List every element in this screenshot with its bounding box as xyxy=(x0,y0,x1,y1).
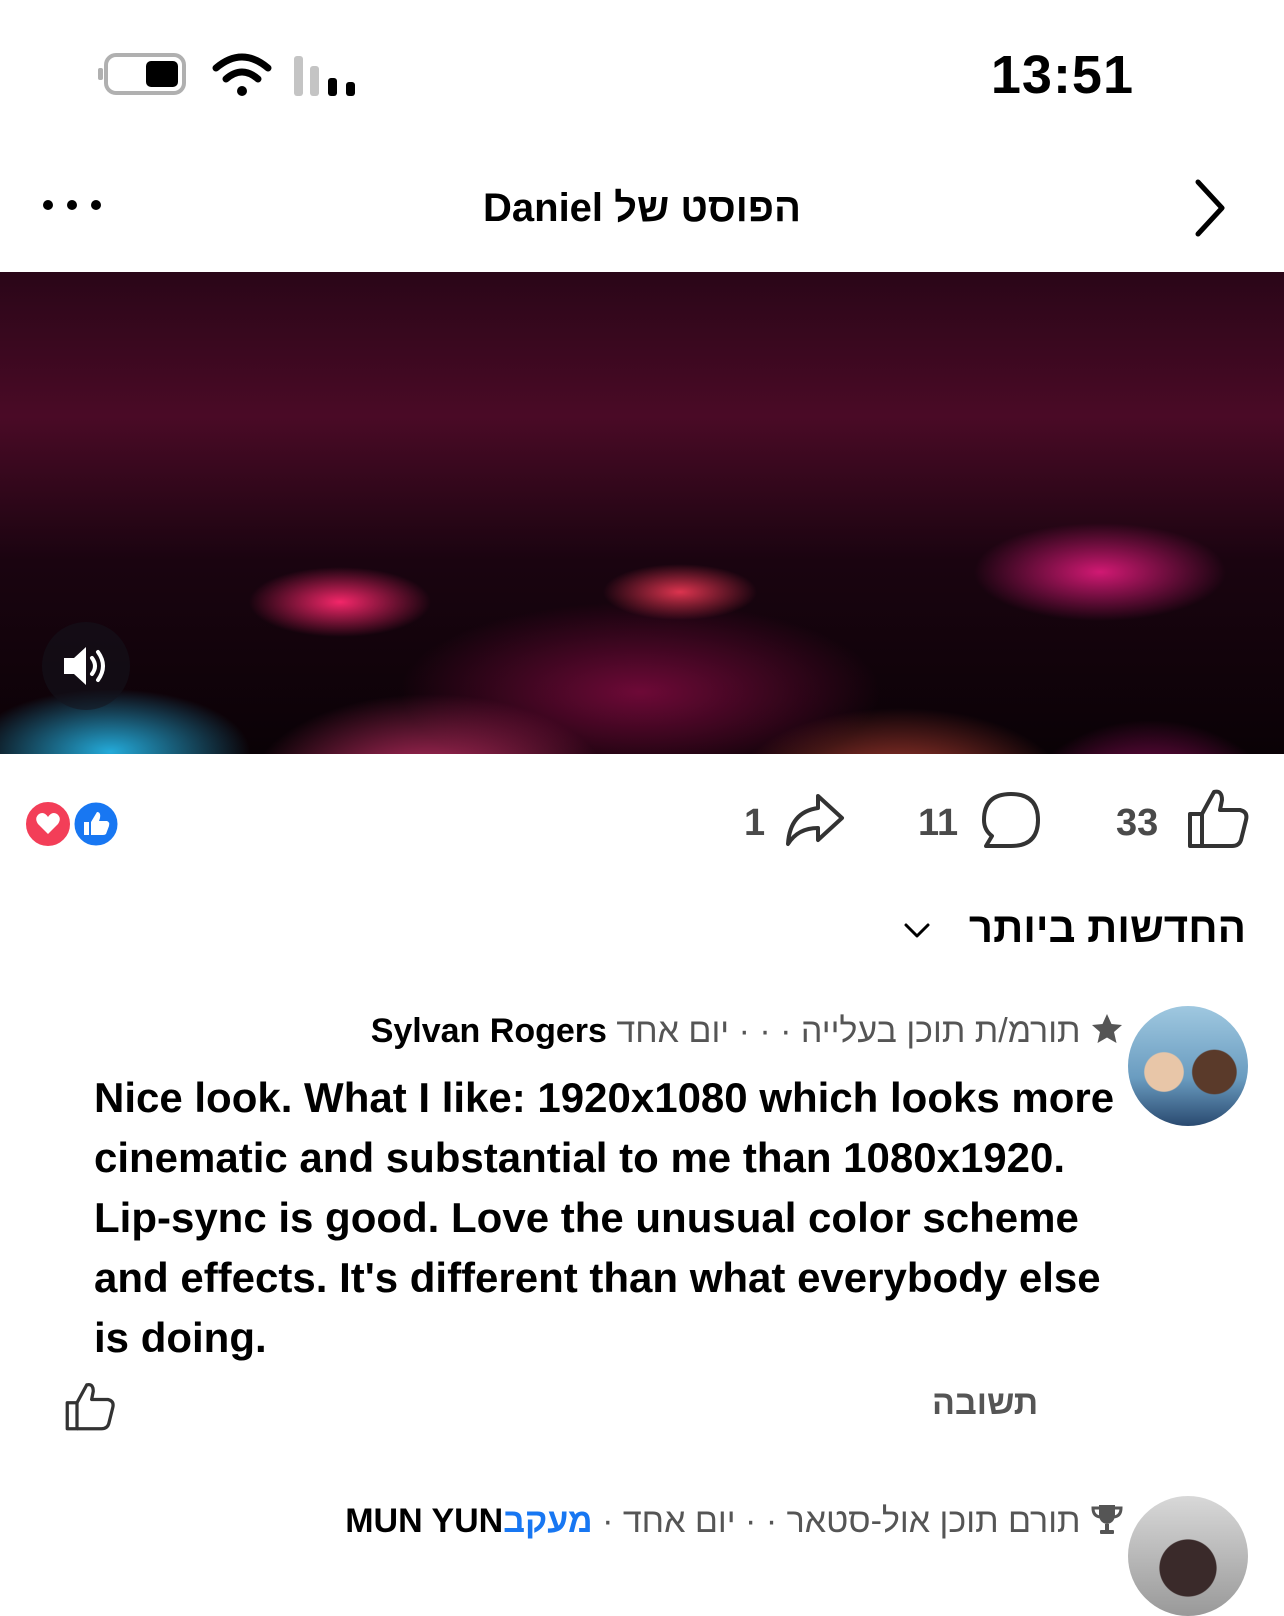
like-count: 33 xyxy=(1116,802,1159,844)
cellular-signal-icon xyxy=(294,56,355,96)
reaction-summary-icons[interactable] xyxy=(24,800,124,848)
separator: · · · xyxy=(738,1012,792,1050)
battery-icon xyxy=(98,53,186,95)
reply-button[interactable]: תשובה xyxy=(932,1384,1038,1423)
contributor-badge: תורם תוכן אול-סטאר xyxy=(786,1502,1081,1540)
like-icon[interactable] xyxy=(1186,786,1250,850)
share-count: 1 xyxy=(744,802,766,844)
comment-author[interactable]: MUN YUN xyxy=(345,1502,503,1540)
comment-meta: תורמ/ת תוכן בעלייה · · · יום אחד Sylvan … xyxy=(371,1012,1124,1051)
speaker-icon xyxy=(64,647,105,685)
separator: · xyxy=(602,1502,614,1540)
comment-time: יום אחד xyxy=(616,1012,730,1050)
comment-icon[interactable] xyxy=(980,790,1042,850)
comment-like-icon[interactable] xyxy=(64,1380,116,1432)
contributor-badge: תורמ/ת תוכן בעלייה xyxy=(800,1012,1081,1050)
comment-meta: תורם תוכן אול-סטאר · · יום אחד · מעקבMUN… xyxy=(345,1502,1124,1541)
sound-toggle-button[interactable] xyxy=(42,622,130,710)
page-title: הפוסט של Daniel xyxy=(483,186,801,230)
share-icon[interactable] xyxy=(784,790,846,850)
back-chevron-icon[interactable] xyxy=(1190,176,1230,240)
star-icon xyxy=(1092,1014,1122,1043)
avatar[interactable] xyxy=(1128,1006,1248,1126)
comment-text: Nice look. What I like: 1920x1080 which … xyxy=(94,1074,1115,1361)
avatar[interactable] xyxy=(1128,1496,1248,1616)
wifi-icon xyxy=(212,53,272,96)
comment-sort-selector[interactable]: החדשות ביותר xyxy=(969,904,1246,952)
comment-time: יום אחד xyxy=(622,1502,736,1540)
comment-count: 11 xyxy=(918,802,959,844)
comment-author[interactable]: Sylvan Rogers xyxy=(371,1012,607,1050)
separator: · · xyxy=(745,1502,778,1540)
chevron-down-icon[interactable] xyxy=(902,916,932,946)
status-time: 13:51 xyxy=(990,45,1134,105)
post-video[interactable] xyxy=(0,272,1284,754)
follow-button[interactable]: מעקב xyxy=(503,1502,592,1540)
trophy-icon xyxy=(1091,1505,1123,1534)
